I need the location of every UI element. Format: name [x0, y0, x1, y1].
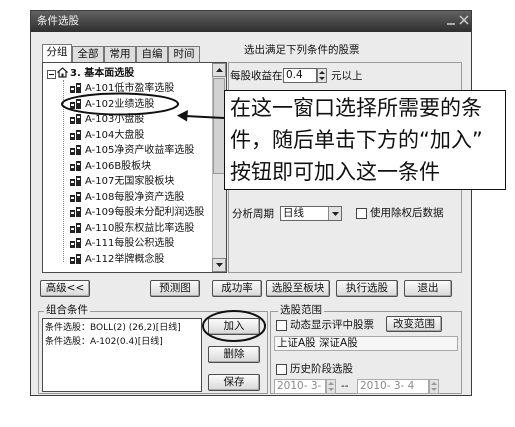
tree-item[interactable]: A-108每股净资产选股 — [70, 190, 210, 205]
spin-up-icon[interactable] — [431, 381, 437, 385]
save-to-block-button[interactable]: 选股至板块 — [266, 280, 330, 297]
formula-icon — [70, 114, 81, 124]
callout-line: 按钮即可加入这一条件 — [230, 160, 440, 184]
market-range-text: 上证A股 深证A股 — [277, 337, 358, 349]
tree-item[interactable]: A-109每股未分配利润选股 — [70, 205, 210, 220]
tree-item[interactable]: A-111每股公积选股 — [70, 236, 210, 251]
tree-item-label: A-110股东权益比率选股 — [85, 222, 195, 234]
tree-item[interactable]: A-104大盘股 — [70, 128, 210, 143]
market-range-display: 上证A股 深证A股 — [274, 336, 458, 351]
title-bar[interactable] — [31, 11, 471, 32]
tree-item[interactable]: A-106B股板块 — [70, 159, 210, 174]
tab-all[interactable]: 全部 — [72, 46, 104, 62]
execute-selection-button[interactable]: 执行选股 — [336, 280, 398, 297]
tree-item-label: A-106B股板块 — [85, 160, 152, 172]
formula-icon — [70, 83, 81, 93]
spin-up-icon[interactable] — [328, 381, 334, 385]
period-label: 分析周期 — [232, 208, 274, 220]
delete-condition-button[interactable]: 删除 — [208, 346, 260, 363]
annotation-callout: 在这一窗口选择所需要的条 件，随后单击下方的“加入” 按钮即可加入这一条件 — [224, 90, 506, 190]
formula-icon — [70, 253, 81, 264]
combined-conditions-list[interactable]: 条件选股：BOLL(2) (26,2)[日线] 条件选股：A-102(0.4)[… — [42, 318, 202, 392]
selection-range-title: 选股范围 — [278, 304, 324, 317]
tree-item[interactable]: A-101低市盈率选股 — [70, 81, 210, 96]
tree-item[interactable]: A-105净资产收益率选股 — [70, 143, 210, 158]
tree-item-label: A-112举牌概念股 — [85, 253, 165, 265]
save-conditions-button[interactable]: 保存 — [208, 374, 260, 391]
scroll-down-icon[interactable] — [212, 258, 226, 272]
formula-icon — [70, 145, 81, 155]
exit-button[interactable]: 退出 — [404, 280, 452, 297]
tree-item[interactable]: A-107无国家股板块 — [70, 174, 210, 189]
tree-item-label: A-102业绩选股 — [85, 98, 155, 110]
tree-item[interactable]: A-110股东权益比率选股 — [70, 221, 210, 236]
tree-item-label: A-103小盘股 — [85, 114, 145, 125]
scroll-up-icon[interactable] — [212, 63, 226, 77]
forecast-chart-button[interactable]: 预测图 — [150, 280, 200, 297]
close-icon[interactable] — [459, 15, 469, 25]
list-item[interactable]: 条件选股：A-102(0.4)[日线] — [45, 335, 199, 349]
date-separator: -- — [341, 380, 349, 392]
tree-line — [63, 80, 64, 262]
formula-icon — [70, 98, 81, 109]
tree-item-label: A-105净资产收益率选股 — [85, 145, 195, 156]
formula-icon — [70, 160, 81, 171]
adjusted-data-label: 使用除权后数据 — [370, 207, 444, 219]
dynamic-display-checkbox[interactable] — [276, 320, 287, 331]
history-period-checkbox[interactable] — [276, 364, 287, 375]
spin-down-icon[interactable] — [328, 388, 334, 392]
tree-group-label[interactable]: 3. 基本面选股 — [70, 67, 134, 80]
date-to-spinner[interactable] — [429, 379, 439, 394]
spin-down-icon[interactable] — [319, 77, 325, 81]
change-range-button[interactable]: 改变范围 — [386, 316, 442, 332]
tree-item[interactable]: A-103小盘股 — [70, 112, 210, 127]
param-spinner[interactable] — [317, 68, 327, 83]
list-item[interactable]: 条件选股：BOLL(2) (26,2)[日线] — [45, 321, 199, 335]
combined-conditions-title: 组合条件 — [44, 304, 90, 317]
collapse-icon[interactable] — [47, 70, 56, 79]
spin-down-icon[interactable] — [431, 388, 437, 392]
chevron-down-icon[interactable] — [328, 207, 341, 220]
param-unit: 元以上 — [331, 70, 363, 82]
tab-time[interactable]: 时间 — [168, 46, 200, 62]
date-from-input[interactable]: 2010- 3- 4 — [274, 379, 326, 394]
tab-custom[interactable]: 自编 — [136, 46, 168, 62]
condition-header: 选出满足下列条件的股票 — [244, 44, 360, 56]
formula-icon — [70, 191, 81, 202]
tab-common[interactable]: 常用 — [104, 46, 136, 62]
dynamic-display-label: 动态显示评中股票 — [290, 319, 374, 331]
tab-group[interactable]: 分组 — [42, 44, 72, 63]
callout-line: 件，随后单击下方的“加入” — [230, 128, 483, 152]
minimize-icon[interactable] — [446, 16, 456, 26]
period-value: 日线 — [283, 207, 304, 219]
adjusted-data-checkbox[interactable] — [356, 208, 367, 219]
tree-item-label: A-111每股公积选股 — [85, 238, 175, 249]
tree-item-label: A-108每股净资产选股 — [85, 191, 185, 203]
tree-item-selected[interactable]: A-102业绩选股 — [70, 97, 210, 112]
category-icon — [56, 67, 69, 78]
tree-item-label: A-101低市盈率选股 — [85, 83, 175, 94]
tree-item-label: A-107无国家股板块 — [85, 176, 175, 187]
date-from-spinner[interactable] — [326, 379, 336, 394]
formula-icon — [70, 207, 81, 217]
spin-up-icon[interactable] — [319, 70, 325, 74]
advanced-button[interactable]: 高级<< — [40, 280, 90, 297]
formula-icon — [70, 222, 81, 233]
success-rate-button[interactable]: 成功率 — [212, 280, 262, 297]
param-label: 每股收益在 — [230, 70, 283, 82]
tree-item-label: A-109每股未分配利润选股 — [85, 207, 205, 218]
param-value-input[interactable]: 0.4 — [283, 68, 317, 83]
callout-line: 在这一窗口选择所需要的条 — [230, 96, 482, 120]
formula-icon — [70, 238, 81, 248]
tree-item-label: A-104大盘股 — [85, 129, 145, 141]
add-condition-button[interactable]: 加入 — [208, 318, 260, 335]
tree-item[interactable]: A-112举牌概念股 — [70, 252, 210, 267]
formula-icon — [70, 129, 81, 140]
window-title: 条件选股 — [37, 15, 79, 27]
history-period-label: 历史阶段选股 — [290, 363, 353, 375]
date-to-input[interactable]: 2010- 3- 4 — [357, 379, 429, 394]
formula-icon — [70, 176, 81, 186]
screenshot-stage: 条件选股 分组 全部 常用 自编 时间 3. 基本面选股 A-101低市盈率选股… — [0, 0, 515, 427]
